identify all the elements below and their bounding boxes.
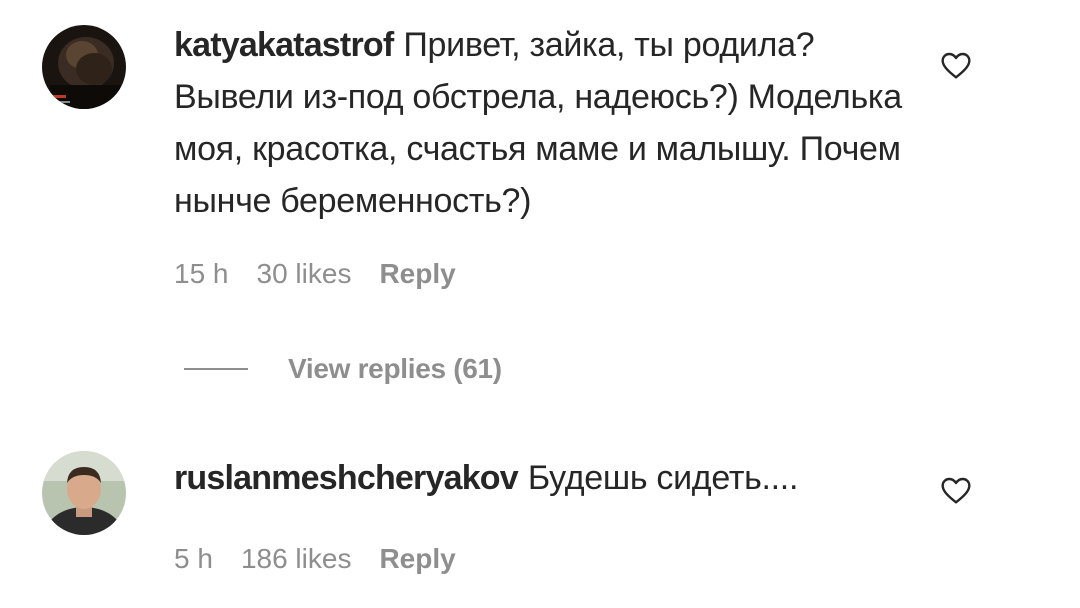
comment-username[interactable]: ruslanmeshcheryakov [174, 459, 519, 497]
view-replies-label: View replies (61) [288, 353, 502, 384]
profile-photo-dark-icon [42, 25, 126, 109]
comment-meta: 15 h 30 likes Reply [174, 258, 484, 290]
avatar[interactable] [42, 451, 126, 535]
heart-icon[interactable] [940, 475, 972, 507]
divider-line [184, 368, 248, 370]
comment-likes[interactable]: 30 likes [257, 258, 352, 289]
heart-icon[interactable] [940, 50, 972, 82]
comment-likes[interactable]: 186 likes [241, 543, 352, 574]
comment-username[interactable]: katyakatastrof [174, 26, 394, 64]
reply-button[interactable]: Reply [379, 258, 455, 289]
reply-button[interactable]: Reply [379, 543, 455, 574]
comment-text: Будешь сидеть.... [527, 459, 799, 497]
comment-meta: 5 h 186 likes Reply [174, 543, 484, 575]
comment-text-block: katyakatastrof Привет, зайка, ты родила? … [174, 19, 904, 227]
avatar[interactable] [42, 25, 126, 109]
comment-text-block: ruslanmeshcheryakov Будешь сидеть.... [174, 452, 904, 504]
profile-photo-man-icon [42, 451, 126, 535]
comment-time: 5 h [174, 543, 213, 574]
comment-time: 15 h [174, 258, 229, 289]
view-replies-button[interactable]: View replies (61) [184, 345, 502, 393]
